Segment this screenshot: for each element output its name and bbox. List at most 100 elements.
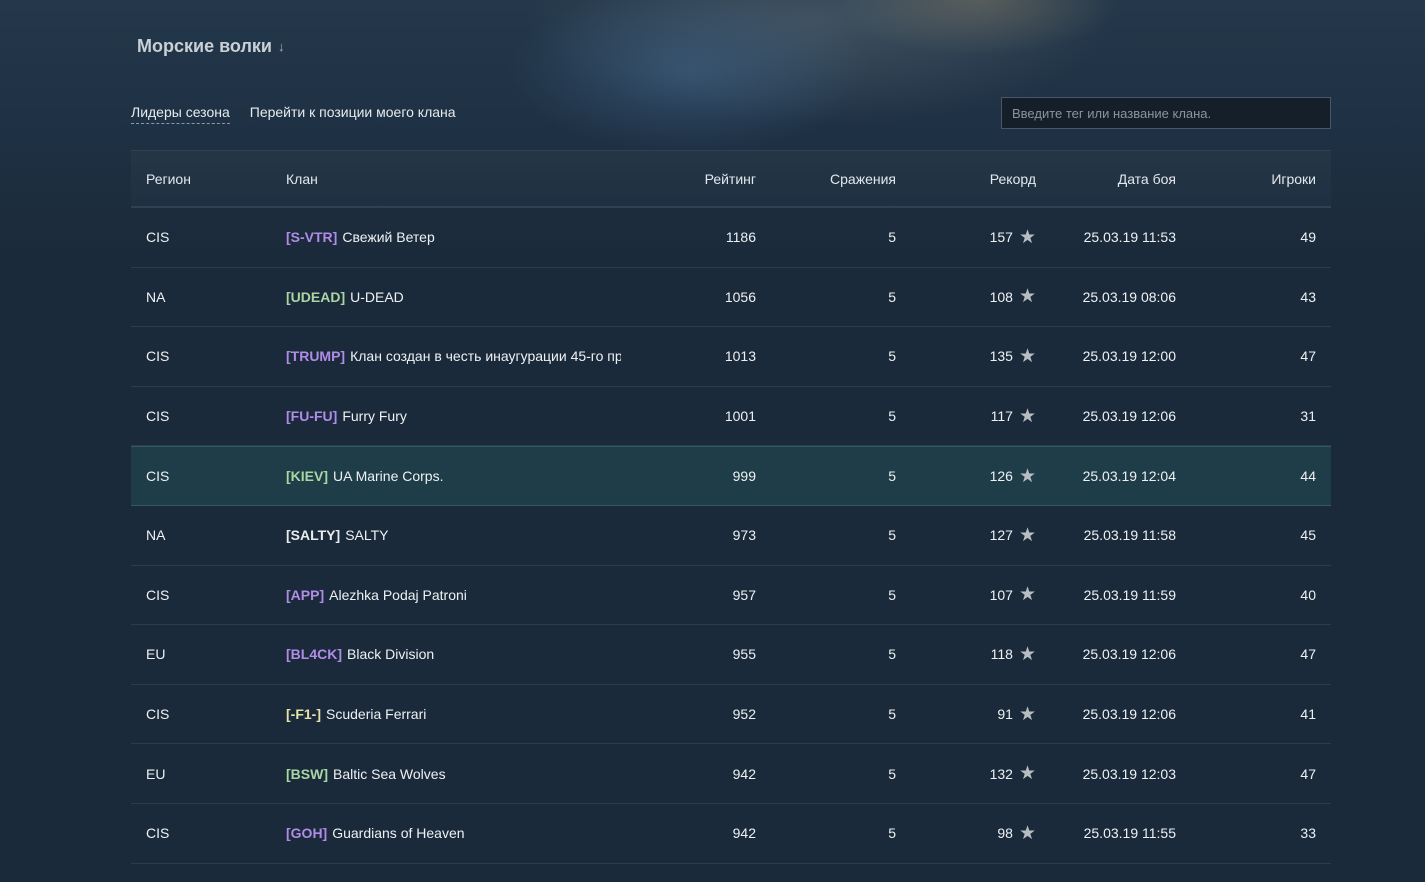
header-region[interactable]: Регион — [131, 171, 286, 187]
record-value: 135 — [989, 348, 1013, 365]
cell-region: CIS — [146, 825, 170, 842]
clan-name[interactable]: Guardians of Heaven — [332, 825, 464, 841]
cell-date: 25.03.19 11:59 — [1083, 586, 1176, 603]
cell-region: CIS — [146, 348, 170, 365]
tab-my-clan-position[interactable]: Перейти к позиции моего клана — [250, 104, 456, 124]
record-value: 107 — [989, 586, 1013, 603]
table-row[interactable]: CIS [-F1-] Scuderia Ferrari 952 5 91 ★ 25… — [131, 685, 1331, 745]
clan-name[interactable]: Клан создан в честь инаугурации 45-го пр… — [350, 348, 621, 364]
clan-tag[interactable]: [KIEV] — [286, 468, 328, 484]
clan-name[interactable]: Furry Fury — [342, 408, 407, 424]
leaderboard-table: Регион Клан Рейтинг Сражения Рекорд Дата… — [131, 150, 1331, 864]
star-icon: ★ — [1018, 822, 1036, 844]
cell-players: 41 — [1300, 706, 1316, 723]
cell-record: 132 ★ — [896, 764, 1036, 783]
cell-date: 25.03.19 12:06 — [1082, 408, 1176, 425]
table-body: CIS [S-VTR] Свежий Ветер 1186 5 157 ★ 25.… — [131, 208, 1331, 864]
header-players[interactable]: Игроки — [1176, 171, 1331, 187]
cell-date: 25.03.19 11:53 — [1083, 229, 1176, 246]
record-value: 118 — [990, 646, 1013, 663]
tab-season-leaders[interactable]: Лидеры сезона — [131, 104, 230, 124]
table-row[interactable]: NA [UDEAD] U-DEAD 1056 5 108 ★ 25.03.19 0… — [131, 268, 1331, 328]
clan-name[interactable]: Baltic Sea Wolves — [333, 766, 446, 782]
record-value: 132 — [989, 765, 1013, 782]
star-icon: ★ — [1018, 345, 1036, 367]
cell-date: 25.03.19 12:06 — [1082, 706, 1176, 723]
star-icon: ★ — [1018, 405, 1036, 427]
clan-name[interactable]: U-DEAD — [350, 289, 404, 305]
star-icon: ★ — [1018, 524, 1036, 546]
record-value: 108 — [989, 288, 1013, 305]
season-selector[interactable]: Морские волки ↓ — [137, 36, 284, 57]
clan-name[interactable]: Свежий Ветер — [342, 229, 434, 245]
cell-region: EU — [146, 646, 166, 663]
clan-name[interactable]: Black Division — [347, 646, 434, 662]
cell-rating: 999 — [732, 468, 756, 485]
cell-record: 118 ★ — [896, 645, 1036, 664]
table-row[interactable]: EU [BL4CK] Black Division 955 5 118 ★ 25.… — [131, 625, 1331, 685]
clan-tag[interactable]: [GOH] — [286, 825, 327, 841]
record-value: 117 — [990, 408, 1013, 425]
cell-clan: [KIEV] UA Marine Corps. — [286, 468, 621, 484]
cell-clan: [-F1-] Scuderia Ferrari — [286, 706, 621, 722]
table-row[interactable]: CIS [APP] Alezhka Podaj Patroni 957 5 107… — [131, 566, 1331, 626]
cell-rating: 1186 — [725, 229, 756, 246]
cell-battles: 5 — [888, 765, 896, 782]
cell-date: 25.03.19 11:58 — [1083, 527, 1176, 544]
clan-name[interactable]: Alezhka Podaj Patroni — [329, 587, 467, 603]
cell-rating: 955 — [732, 646, 756, 663]
clan-tag[interactable]: [UDEAD] — [286, 289, 345, 305]
cell-clan: [BSW] Baltic Sea Wolves — [286, 766, 621, 782]
table-row[interactable]: EU [BSW] Baltic Sea Wolves 942 5 132 ★ 25… — [131, 744, 1331, 804]
cell-record: 98 ★ — [896, 824, 1036, 843]
table-row[interactable]: CIS [KIEV] UA Marine Corps. 999 5 126 ★ 2… — [131, 446, 1331, 506]
header-rating[interactable]: Рейтинг — [621, 171, 756, 187]
table-row[interactable]: CIS [GOH] Guardians of Heaven 942 5 98 ★ … — [131, 804, 1331, 864]
header-battles[interactable]: Сражения — [756, 171, 896, 187]
season-title: Морские волки — [137, 36, 272, 56]
cell-battles: 5 — [888, 288, 896, 305]
clan-search-input[interactable] — [1001, 97, 1331, 129]
cell-players: 31 — [1300, 408, 1316, 425]
clan-tag[interactable]: [TRUMP] — [286, 348, 345, 364]
table-row[interactable]: CIS [FU-FU] Furry Fury 1001 5 117 ★ 25.03… — [131, 387, 1331, 447]
header-date[interactable]: Дата боя — [1036, 171, 1176, 187]
cell-record: 91 ★ — [896, 705, 1036, 724]
record-value: 127 — [989, 527, 1013, 544]
clan-name[interactable]: UA Marine Corps. — [333, 468, 443, 484]
clan-tag[interactable]: [APP] — [286, 587, 324, 603]
cell-players: 47 — [1300, 765, 1316, 782]
clan-tag[interactable]: [-F1-] — [286, 706, 321, 722]
clan-tag[interactable]: [BSW] — [286, 766, 328, 782]
cell-rating: 942 — [732, 825, 756, 842]
cell-players: 33 — [1300, 825, 1316, 842]
table-row[interactable]: CIS [TRUMP] Клан создан в честь инаугурац… — [131, 327, 1331, 387]
clan-tag[interactable]: [S-VTR] — [286, 229, 337, 245]
cell-date: 25.03.19 12:00 — [1082, 348, 1176, 365]
clan-tag[interactable]: [SALTY] — [286, 527, 340, 543]
cell-date: 25.03.19 12:06 — [1082, 646, 1176, 663]
cell-battles: 5 — [888, 527, 896, 544]
cell-record: 108 ★ — [896, 287, 1036, 306]
star-icon: ★ — [1018, 763, 1036, 785]
cell-rating: 942 — [732, 765, 756, 782]
star-icon: ★ — [1018, 584, 1036, 606]
header-record[interactable]: Рекорд — [896, 171, 1036, 187]
cell-region: EU — [146, 765, 166, 782]
cell-rating: 1056 — [724, 288, 756, 305]
cell-battles: 5 — [888, 229, 896, 246]
cell-record: 117 ★ — [896, 407, 1036, 426]
cell-players: 49 — [1300, 229, 1316, 246]
clan-tag[interactable]: [FU-FU] — [286, 408, 337, 424]
table-row[interactable]: CIS [S-VTR] Свежий Ветер 1186 5 157 ★ 25.… — [131, 208, 1331, 268]
cell-battles: 5 — [888, 348, 896, 365]
table-row[interactable]: NA [SALTY] SALTY 973 5 127 ★ 25.03.19 11:… — [131, 506, 1331, 566]
header-clan[interactable]: Клан — [286, 171, 621, 187]
clan-tag[interactable]: [BL4CK] — [286, 646, 342, 662]
clan-name[interactable]: SALTY — [345, 527, 388, 543]
record-value: 126 — [989, 468, 1013, 485]
clan-name[interactable]: Scuderia Ferrari — [326, 706, 426, 722]
star-icon: ★ — [1018, 643, 1036, 665]
cell-rating: 973 — [732, 527, 756, 544]
star-icon: ★ — [1018, 286, 1036, 308]
